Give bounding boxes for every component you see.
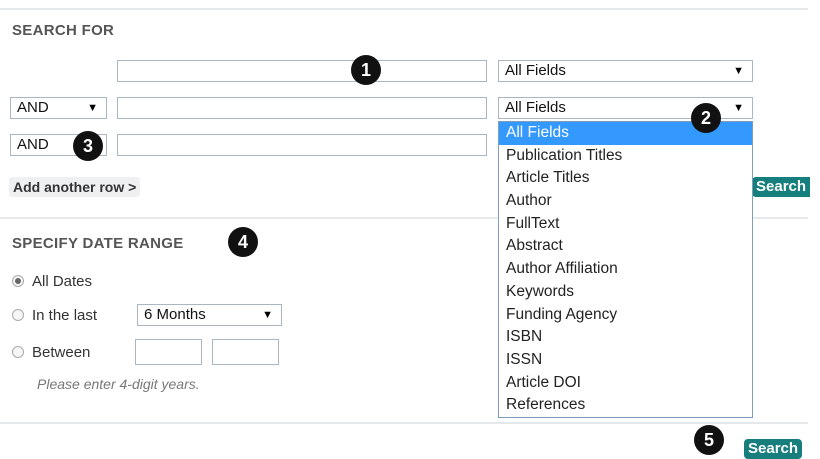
from-year-input[interactable] — [135, 339, 202, 365]
search-button-top[interactable]: Search — [752, 177, 810, 197]
chevron-down-icon: ▼ — [733, 102, 744, 114]
to-year-input[interactable] — [212, 339, 279, 365]
dropdown-option-article-titles[interactable]: Article Titles — [499, 167, 752, 190]
add-another-row-button[interactable]: Add another row > — [9, 177, 141, 197]
dropdown-option-keywords[interactable]: Keywords — [499, 281, 752, 304]
chevron-down-icon: ▼ — [733, 65, 744, 77]
search-button-bottom[interactable]: Search — [744, 439, 803, 459]
chevron-down-icon: ▼ — [87, 102, 98, 114]
search-term-input-3[interactable] — [117, 134, 487, 156]
dropdown-option-article-doi[interactable]: Article DOI — [499, 372, 752, 395]
callout-badge-4: 4 — [228, 227, 258, 257]
dropdown-option-publication-titles[interactable]: Publication Titles — [499, 145, 752, 168]
between-option[interactable]: Between — [12, 344, 90, 361]
dropdown-option-abstract[interactable]: Abstract — [499, 235, 752, 258]
date-range-title: SPECIFY DATE RANGE — [12, 235, 184, 252]
in-the-last-label: In the last — [32, 307, 98, 324]
field-select-1[interactable]: All Fields ▼ — [498, 60, 753, 82]
in-the-last-radio[interactable] — [12, 309, 24, 321]
dropdown-option-issn[interactable]: ISSN — [499, 349, 752, 372]
operator-select-3-value: AND — [17, 136, 49, 153]
callout-badge-5: 5 — [694, 425, 724, 455]
between-label: Between — [32, 344, 91, 361]
dropdown-option-author-affiliation[interactable]: Author Affiliation — [499, 258, 752, 281]
all-dates-label: All Dates — [32, 273, 93, 290]
operator-select-2[interactable]: AND ▼ — [10, 97, 107, 119]
dropdown-option-fulltext[interactable]: FullText — [499, 213, 752, 236]
between-radio[interactable] — [12, 346, 24, 358]
callout-badge-1: 1 — [351, 55, 381, 85]
all-dates-radio[interactable] — [12, 275, 24, 287]
year-format-hint: Please enter 4-digit years. — [37, 376, 200, 392]
all-dates-option[interactable]: All Dates — [12, 273, 92, 290]
months-select-value: 6 Months — [144, 306, 206, 323]
callout-badge-2: 2 — [691, 103, 721, 133]
field-dropdown-list[interactable]: All Fields Publication Titles Article Ti… — [498, 121, 753, 418]
operator-select-2-value: AND — [17, 99, 49, 116]
dropdown-option-references[interactable]: References — [499, 394, 752, 417]
chevron-down-icon: ▼ — [262, 309, 273, 321]
field-select-1-value: All Fields — [505, 62, 566, 79]
search-term-input-2[interactable] — [117, 97, 487, 119]
dropdown-option-funding-agency[interactable]: Funding Agency — [499, 304, 752, 327]
dropdown-option-isbn[interactable]: ISBN — [499, 326, 752, 349]
search-term-input-1[interactable] — [117, 60, 487, 82]
footer-divider — [0, 422, 808, 425]
months-select[interactable]: 6 Months ▼ — [137, 304, 282, 326]
search-for-title: SEARCH FOR — [12, 22, 115, 39]
dropdown-option-author[interactable]: Author — [499, 190, 752, 213]
in-the-last-option[interactable]: In the last — [12, 307, 97, 324]
field-select-2-value: All Fields — [505, 99, 566, 116]
callout-badge-3: 3 — [73, 131, 103, 161]
